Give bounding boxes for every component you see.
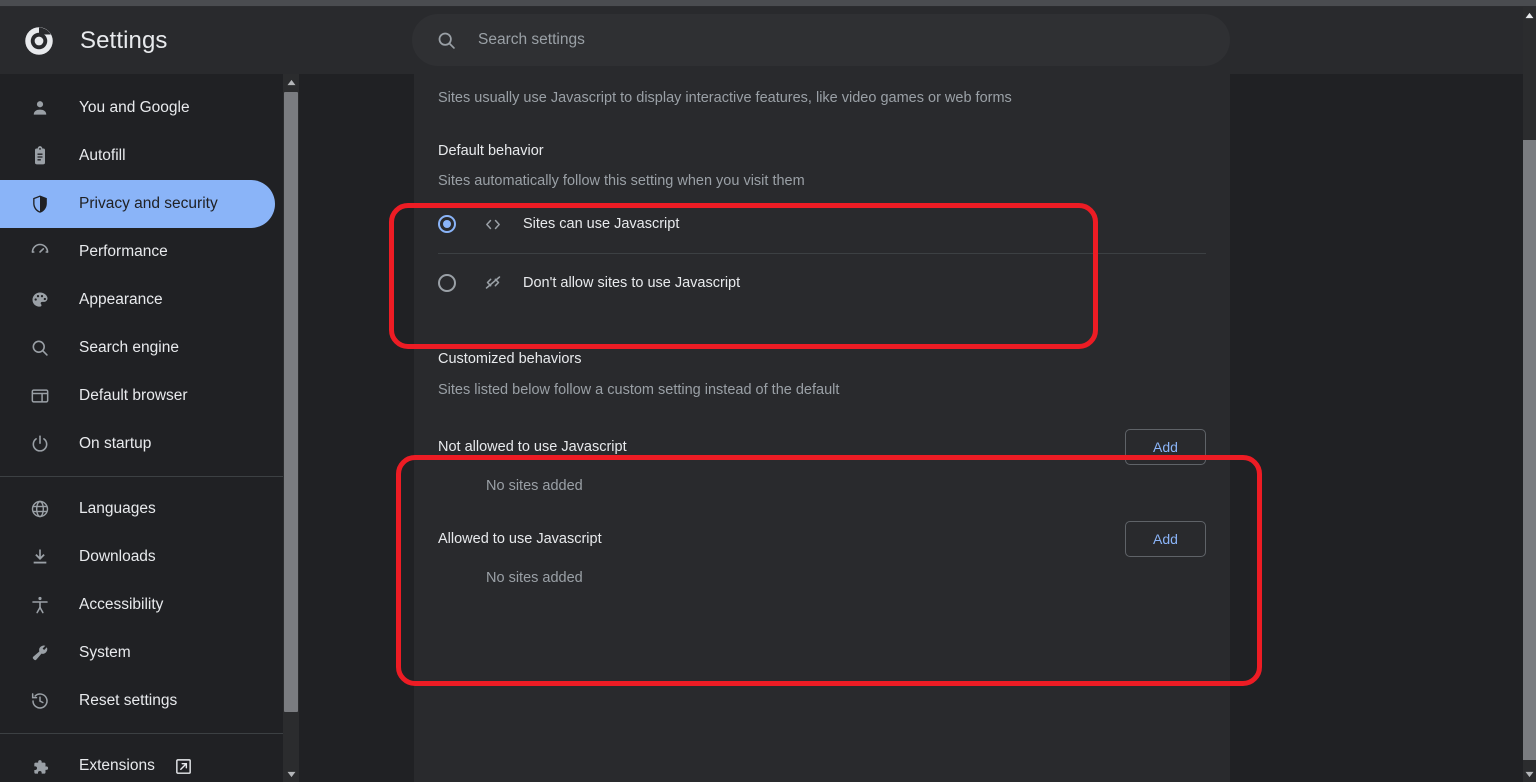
radio-option-label: Don't allow sites to use Javascript xyxy=(523,274,741,291)
settings-sidebar: You and Google Autofill Privacy and secu… xyxy=(0,74,283,782)
settings-header: Settings xyxy=(0,7,1523,74)
wrench-icon xyxy=(28,643,52,663)
radio-button-selected[interactable] xyxy=(438,215,456,233)
sidebar-item-you-and-google[interactable]: You and Google xyxy=(0,84,275,132)
sidebar-item-languages[interactable]: Languages xyxy=(0,485,275,533)
allowed-list-label: Allowed to use Javascript xyxy=(438,531,602,547)
sidebar-item-search-engine[interactable]: Search engine xyxy=(0,324,275,372)
sidebar-divider xyxy=(0,476,283,477)
search-bar[interactable] xyxy=(412,14,1230,66)
sidebar-item-label: Reset settings xyxy=(79,692,178,709)
customized-behaviors-subtitle: Sites listed below follow a custom setti… xyxy=(438,382,840,398)
external-link-icon[interactable] xyxy=(174,757,193,776)
sidebar-item-label: Languages xyxy=(79,500,156,517)
allowed-empty-text: No sites added xyxy=(486,570,583,586)
page-title: Settings xyxy=(80,26,168,54)
sidebar-item-label: Performance xyxy=(79,243,168,260)
sidebar-item-label: Downloads xyxy=(79,548,156,565)
sidebar-item-on-startup[interactable]: On startup xyxy=(0,420,275,468)
add-not-allowed-site-button[interactable]: Add xyxy=(1125,429,1206,465)
sidebar-item-reset-settings[interactable]: Reset settings xyxy=(0,677,275,725)
javascript-settings-panel: Sites usually use Javascript to display … xyxy=(414,74,1230,782)
caret-down-icon[interactable] xyxy=(1523,766,1536,782)
search-icon xyxy=(28,338,52,358)
sidebar-item-extensions[interactable]: Extensions xyxy=(0,742,275,782)
sidebar-item-accessibility[interactable]: Accessibility xyxy=(0,581,275,629)
download-icon xyxy=(28,547,52,567)
default-behavior-title: Default behavior xyxy=(438,143,544,159)
not-allowed-list-header: Not allowed to use Javascript Add xyxy=(438,416,1206,478)
sidebar-item-performance[interactable]: Performance xyxy=(0,228,275,276)
globe-icon xyxy=(28,499,52,519)
sidebar-item-privacy-and-security[interactable]: Privacy and security xyxy=(0,180,275,228)
search-icon xyxy=(436,30,457,51)
not-allowed-list-label: Not allowed to use Javascript xyxy=(438,439,627,455)
puzzle-icon xyxy=(28,756,52,776)
sidebar-item-label: Autofill xyxy=(79,147,126,164)
sidebar-item-label: Appearance xyxy=(79,291,163,308)
code-icon xyxy=(483,214,503,235)
sidebar-group-primary: You and Google Autofill Privacy and secu… xyxy=(0,74,283,468)
default-behavior-subtitle: Sites automatically follow this setting … xyxy=(438,173,805,189)
javascript-intro-text: Sites usually use Javascript to display … xyxy=(438,90,1012,106)
chrome-logo-icon xyxy=(22,24,56,58)
search-input[interactable] xyxy=(478,31,1210,49)
not-allowed-empty-text: No sites added xyxy=(486,478,583,494)
accessibility-icon xyxy=(28,595,52,615)
radio-button-unselected[interactable] xyxy=(438,273,456,292)
add-allowed-site-button[interactable]: Add xyxy=(1125,521,1206,557)
sidebar-item-label: Privacy and security xyxy=(79,195,218,212)
sidebar-item-downloads[interactable]: Downloads xyxy=(0,533,275,581)
caret-down-icon[interactable] xyxy=(283,766,299,782)
sidebar-group-tertiary: Extensions xyxy=(0,742,283,782)
sidebar-divider xyxy=(0,733,283,734)
history-icon xyxy=(28,691,52,711)
radio-option-sites-can-use-javascript[interactable]: Sites can use Javascript xyxy=(438,195,1206,253)
speedometer-icon xyxy=(28,242,52,262)
settings-window: Settings You and Google xyxy=(0,0,1536,782)
sidebar-item-default-browser[interactable]: Default browser xyxy=(0,372,275,420)
palette-icon xyxy=(28,290,52,310)
sidebar-item-label: Search engine xyxy=(79,339,179,356)
page-scrollbar[interactable] xyxy=(1523,7,1536,782)
sidebar-item-appearance[interactable]: Appearance xyxy=(0,276,275,324)
code-off-icon xyxy=(483,272,503,293)
allowed-list-header: Allowed to use Javascript Add xyxy=(438,508,1206,570)
browser-window-icon xyxy=(28,386,52,406)
sidebar-scrollbar[interactable] xyxy=(283,74,299,782)
sidebar-group-secondary: Languages Downloads Accessibility System… xyxy=(0,485,283,725)
page-scrollbar-thumb[interactable] xyxy=(1523,140,1536,760)
caret-up-icon[interactable] xyxy=(1523,7,1536,23)
sidebar-item-label: On startup xyxy=(79,435,152,452)
sidebar-item-label: Extensions xyxy=(79,757,155,774)
sidebar-item-label: Default browser xyxy=(79,387,188,404)
power-icon xyxy=(28,434,52,454)
caret-up-icon[interactable] xyxy=(283,74,299,90)
shield-icon xyxy=(28,194,52,214)
person-icon xyxy=(28,98,52,118)
window-top-strip xyxy=(0,0,1536,7)
customized-behaviors-title: Customized behaviors xyxy=(438,351,582,367)
sidebar-item-system[interactable]: System xyxy=(0,629,275,677)
sidebar-item-label: You and Google xyxy=(79,99,190,116)
sidebar-scrollbar-thumb[interactable] xyxy=(284,92,298,712)
sidebar-item-autofill[interactable]: Autofill xyxy=(0,132,275,180)
sidebar-item-label: Accessibility xyxy=(79,596,164,613)
clipboard-icon xyxy=(28,146,52,166)
radio-option-label: Sites can use Javascript xyxy=(523,216,680,232)
sidebar-item-label: System xyxy=(79,644,131,661)
radio-option-dont-allow-javascript[interactable]: Don't allow sites to use Javascript xyxy=(438,253,1206,311)
